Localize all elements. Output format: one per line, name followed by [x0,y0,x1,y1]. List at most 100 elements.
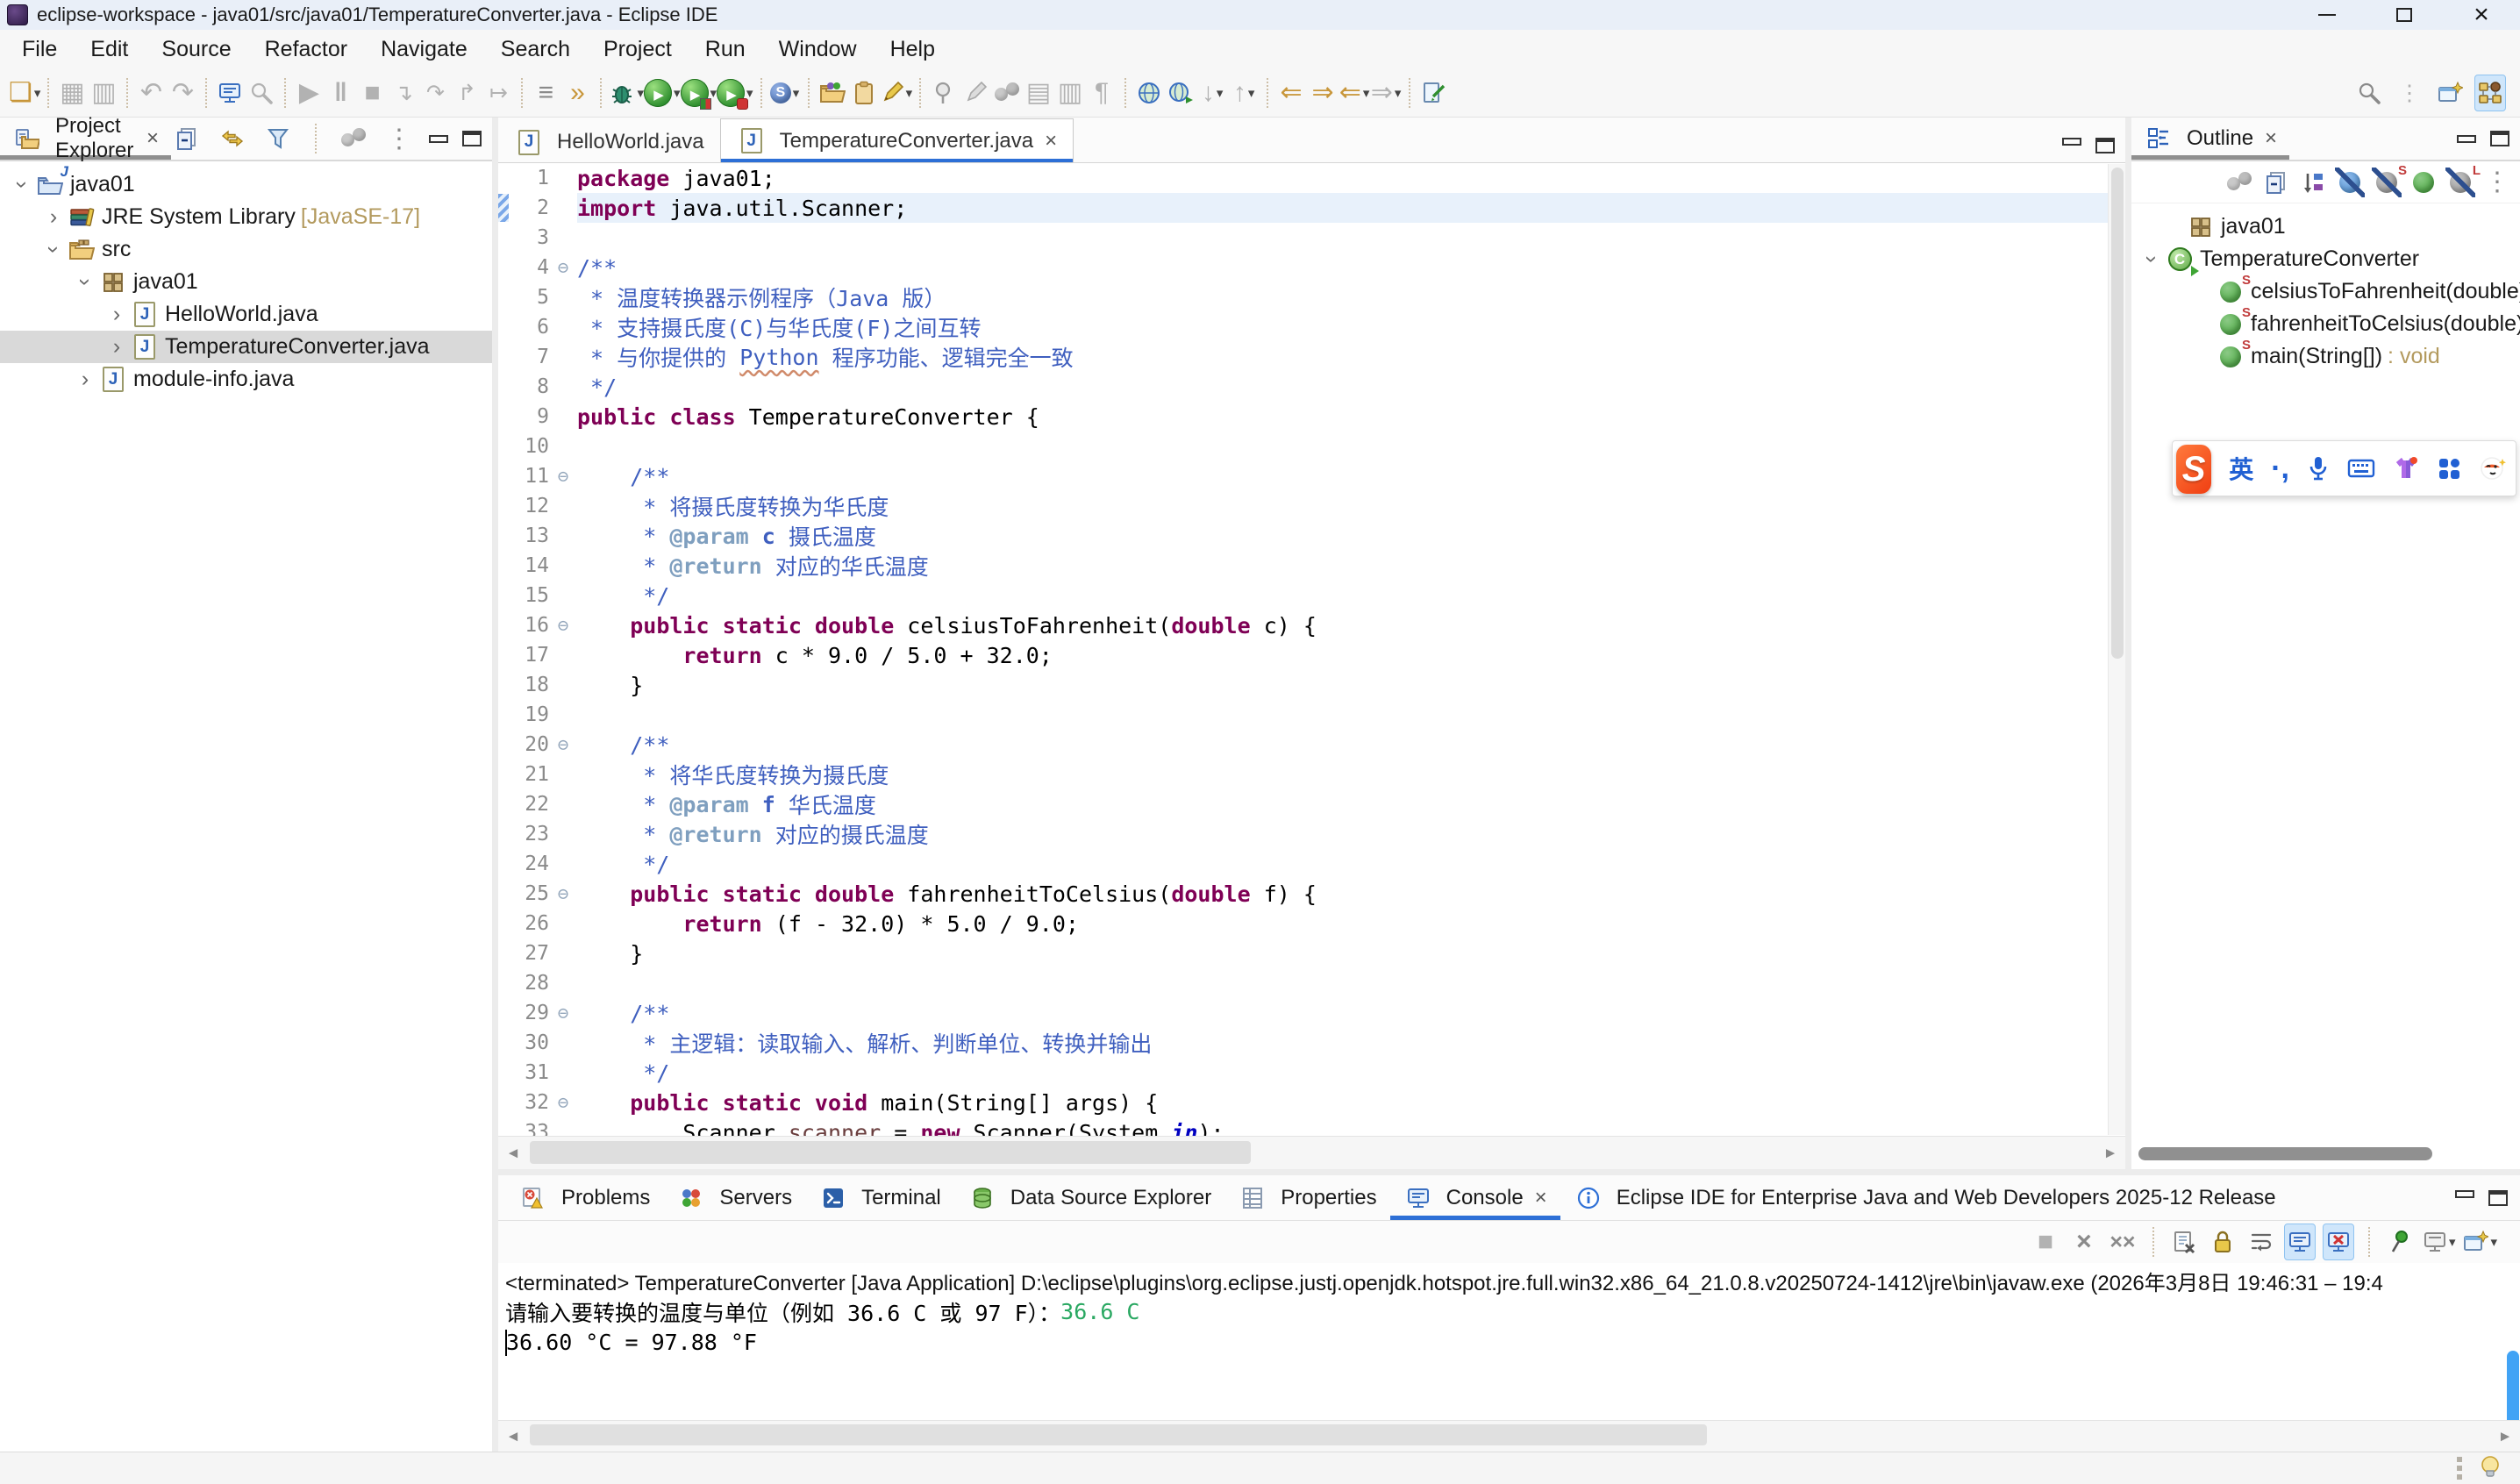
fold-collapse-icon[interactable]: ⊖ [549,257,577,278]
expander-icon[interactable]: › [10,172,35,198]
export-button[interactable]: ↑▾ [1228,75,1260,111]
hide-non-public-toggle[interactable] [2408,164,2439,201]
bottom-tab-console[interactable]: Console [1390,1175,1560,1220]
collapse-all-button[interactable] [171,120,203,157]
search-gray-icon[interactable] [246,75,277,111]
outline-item-celsiustofahrenheit-double-[interactable]: ScelsiusToFahrenheit(double) [2131,275,2520,308]
minimize-button[interactable] [2288,0,2366,30]
sogou-logo-icon[interactable] [2176,445,2211,494]
step-over-button[interactable]: ↷ [419,75,451,111]
sort-button[interactable] [2297,164,2329,201]
import-button[interactable]: ↓▾ [1196,75,1228,111]
view-menu-button[interactable]: ⋮ [2481,164,2513,201]
bottom-tab-data-source-explorer[interactable]: Data Source Explorer [954,1175,1224,1220]
open-resource-button[interactable] [848,75,880,111]
fold-collapse-icon[interactable]: ⊖ [549,1002,577,1024]
editor-vertical-scrollbar[interactable] [2108,164,2125,1135]
outline-item-fahrenheittocelsius-double-[interactable]: SfahrenheitToCelsius(double) [2131,308,2520,340]
show-on-stdout-toggle[interactable] [2284,1224,2316,1260]
undo-button[interactable]: ↶ [135,75,167,111]
voice-input-icon[interactable] [2307,455,2330,482]
pin-console-toggle[interactable] [2384,1224,2416,1260]
new-untitled-text-file-button[interactable] [1417,75,1449,111]
hide-fields-toggle[interactable] [2334,164,2366,201]
scrollbar-track[interactable] [528,1421,2490,1452]
previous-edit-location-button[interactable]: ⇐ [1275,75,1307,111]
expander-icon[interactable]: › [73,269,98,296]
skin-icon[interactable] [2393,455,2419,482]
menu-window[interactable]: Window [762,33,874,66]
scrollbar-thumb[interactable] [530,1141,1251,1164]
tree-item-java01[interactable]: ›java01 [0,168,492,201]
save-button[interactable]: ▦ [56,75,88,111]
code-editor[interactable]: 1package java01;2import java.util.Scanne… [498,163,2125,1136]
bottom-tab-terminal[interactable]: Terminal [805,1175,954,1220]
fold-collapse-icon[interactable]: ⊖ [549,1092,577,1113]
editor-horizontal-scrollbar[interactable]: ◄ ► [498,1136,2125,1169]
close-icon[interactable] [146,126,159,151]
display-selected-console-button[interactable]: ▾ [2423,1224,2456,1260]
forward-button[interactable]: ⇒▾ [1370,75,1402,111]
tree-item-helloworld-java[interactable]: ›HelloWorld.java [0,298,492,331]
hide-static-toggle[interactable]: S [2371,164,2402,201]
service-wizard-button[interactable]: ▾ [769,75,801,111]
close-icon[interactable] [1045,129,1057,153]
project-explorer-tab[interactable]: Project Explorer [0,118,171,160]
close-icon[interactable] [1535,1186,1547,1210]
menu-search[interactable]: Search [484,33,587,66]
menu-navigate[interactable]: Navigate [364,33,484,66]
remove-all-terminated-button[interactable]: ×× [2107,1224,2138,1260]
scroll-left-arrow[interactable]: ◄ [498,1145,528,1162]
close-icon[interactable] [2265,126,2277,151]
filter-button[interactable] [262,120,294,157]
virtual-keyboard-icon[interactable] [2347,457,2375,480]
expander-icon[interactable]: › [104,334,130,360]
toolbox-icon[interactable] [2437,456,2461,481]
bottom-tab-info[interactable]: Eclipse IDE for Enterprise Java and Web … [1560,1175,2289,1220]
scroll-left-arrow[interactable]: ◄ [498,1428,528,1445]
fold-collapse-icon[interactable]: ⊖ [549,466,577,487]
tree-item-temperatureconverter-java[interactable]: ›TemperatureConverter.java [0,331,492,363]
menu-source[interactable]: Source [145,33,247,66]
tree-item-jre-system-library[interactable]: ›JRE System Library[JavaSE-17] [0,201,492,233]
coverage-button[interactable]: ▾ [681,75,717,111]
show-whitespace-toggle[interactable]: ¶ [1086,75,1117,111]
outline-tab[interactable]: Outline [2131,118,2289,160]
terminate-button[interactable]: ■ [356,75,388,111]
run-history-icon[interactable]: ≡ [530,75,561,111]
fold-collapse-icon[interactable]: ⊖ [549,615,577,636]
maximize-view-button[interactable] [2488,1190,2508,1206]
menu-file[interactable]: File [5,33,74,66]
menu-help[interactable]: Help [874,33,952,66]
tree-item-src[interactable]: ›src [0,233,492,266]
toolbar-grip[interactable]: ⋮ [2394,75,2425,111]
editor-tab-helloworld-java[interactable]: HelloWorld.java [498,122,720,162]
maximize-view-button[interactable] [2095,138,2115,153]
open-perspective-button[interactable] [2434,75,2466,111]
open-console-button[interactable]: ▾ [2462,1224,2497,1260]
terminate-button[interactable]: ■ [2030,1224,2061,1260]
expander-icon[interactable]: › [2139,246,2165,273]
bottom-tab-properties[interactable]: Properties [1224,1175,1389,1220]
suspend-button[interactable]: ‖ [325,75,356,111]
fold-collapse-icon[interactable]: ⊖ [549,734,577,755]
next-edit-location-button[interactable]: ⇒ [1307,75,1339,111]
edit-disabled-icon[interactable] [960,75,991,111]
expander-icon[interactable]: › [104,302,130,327]
hide-local-types-toggle[interactable]: L [2445,164,2476,201]
open-type-button[interactable] [817,75,848,111]
outline-item-temperatureconverter[interactable]: ›TemperatureConverter [2131,243,2520,275]
scroll-right-arrow[interactable]: ► [2095,1145,2125,1162]
annotate-button[interactable]: ▾ [880,75,913,111]
new-wizard-button[interactable]: ❏▾ [9,75,40,111]
launch-web-button[interactable] [1165,75,1196,111]
debug-button[interactable]: ▾ [609,75,644,111]
scrollbar-thumb[interactable] [530,1424,1707,1445]
console-vertical-scrollbar[interactable] [2507,1351,2519,1420]
word-wrap-toggle[interactable] [2245,1224,2277,1260]
minimize-view-button[interactable] [429,135,448,143]
back-button[interactable]: ⇐▾ [1339,75,1370,111]
run-button[interactable]: ▾ [644,75,681,111]
search-button[interactable] [2353,75,2385,111]
menu-refactor[interactable]: Refactor [248,33,364,66]
